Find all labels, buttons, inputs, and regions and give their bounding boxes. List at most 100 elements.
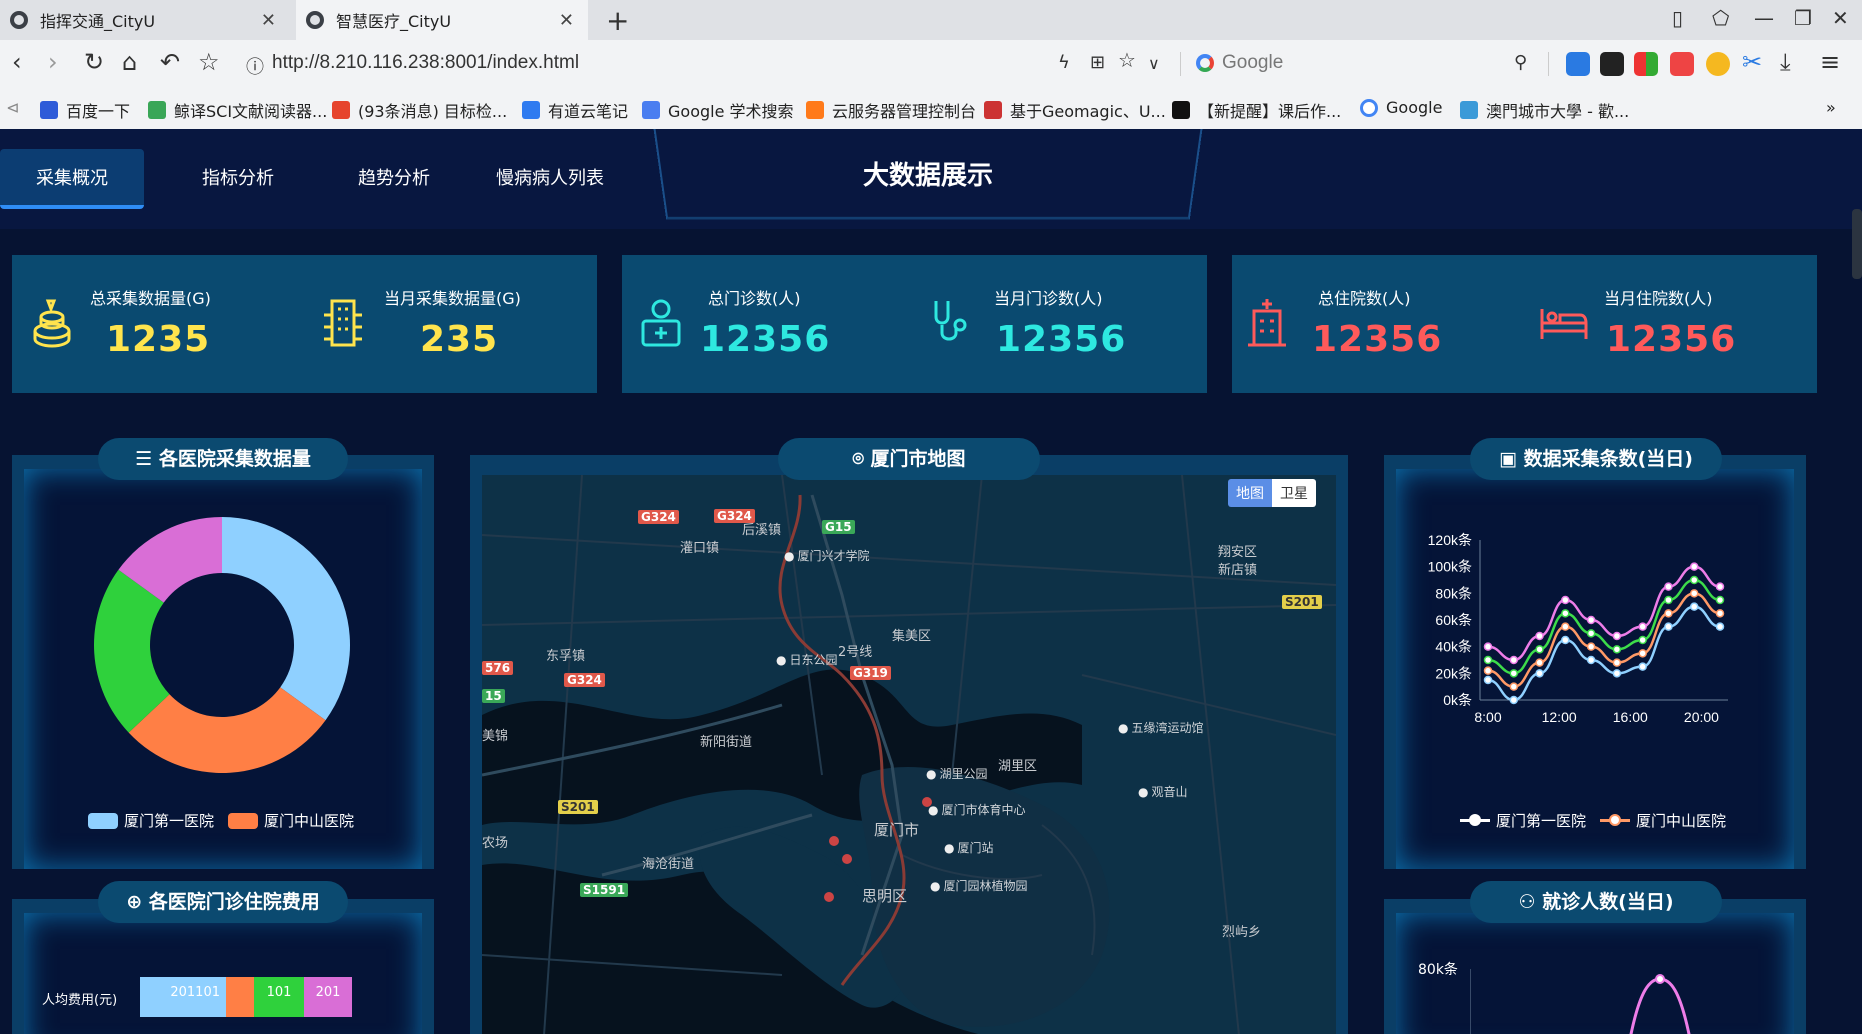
legend-item[interactable]: 厦门中山医院 [1600,810,1726,831]
series-point[interactable] [1664,595,1673,605]
poi-label[interactable]: 湖里公园 [926,765,987,782]
series-point[interactable] [1715,595,1725,605]
poi-label[interactable]: 日东公园 [776,651,837,668]
legend-item[interactable]: 厦门第一医院 [1460,810,1586,831]
flash-icon[interactable]: ϟ [1058,52,1070,73]
series-point[interactable] [1483,675,1493,685]
series-point[interactable] [1586,629,1596,638]
extension-icon[interactable] [1600,52,1624,76]
poi-label[interactable]: 观音山 [1138,783,1187,800]
series-point[interactable] [1561,622,1570,631]
series-point[interactable] [1535,645,1544,654]
close-tab-icon[interactable]: ✕ [559,10,574,31]
series-point[interactable] [1612,645,1622,654]
poi-label[interactable]: 五缘湾运动馆 [1118,719,1203,736]
series-point[interactable] [1586,615,1596,625]
series-point[interactable] [1638,622,1647,631]
map-type-toggle[interactable]: 地图 卫星 [1228,479,1316,507]
series-point[interactable] [1509,682,1519,691]
menu-icon[interactable]: ≡ [1820,48,1840,76]
bookmark-youdao[interactable]: 有道云笔记 [522,98,628,122]
tab-trend-analysis[interactable]: 趋势分析 [332,149,456,209]
translate-extension-icon[interactable] [1566,52,1590,76]
grid-icon[interactable]: ⊞ [1090,52,1105,73]
moon-extension-icon[interactable] [1706,52,1730,76]
series-point[interactable] [1689,589,1699,598]
series-point[interactable] [1612,658,1622,667]
series-point[interactable] [1612,669,1622,678]
satellite-view-button[interactable]: 卫星 [1272,479,1316,507]
legend-item[interactable]: 厦门第一医院 [88,810,214,831]
back-icon[interactable]: ‹ [12,48,22,76]
series-point[interactable] [1715,609,1725,618]
search-icon[interactable]: ⚲ [1514,52,1527,73]
poi-label[interactable]: 厦门市体育中心 [928,801,1025,818]
new-tab-icon[interactable]: + [606,4,629,37]
series-point[interactable] [1586,655,1596,665]
series-point[interactable] [1638,662,1647,671]
favorite-icon[interactable]: ☆ [1118,48,1136,72]
bookmark-scholar[interactable]: Google 学术搜索 [642,98,794,122]
bookmark-baidu[interactable]: 百度一下 [40,98,130,122]
bookmark-homework[interactable]: 【新提醒】课后作... [1172,98,1341,122]
browser-tab-traffic[interactable]: 指挥交通_CityU ✕ [0,0,290,40]
series-point[interactable] [1638,635,1647,645]
pin-icon[interactable]: ⬠ [1712,6,1729,30]
pdf-extension-icon[interactable] [1670,52,1694,76]
close-tab-icon[interactable]: ✕ [261,10,276,31]
bookmark-cloud-console[interactable]: 云服务器管理控制台 [806,98,976,122]
series-point[interactable] [1664,622,1673,631]
series-point[interactable] [1535,658,1544,667]
reader-icon[interactable]: ▯ [1672,6,1683,30]
restore-icon[interactable]: ❐ [1794,6,1812,30]
url-field[interactable]: http://8.210.116.238:8001/index.html [272,52,579,74]
series-point[interactable] [1483,655,1493,665]
series-point[interactable] [1664,609,1673,618]
forward-icon[interactable]: › [48,48,58,76]
series-point[interactable] [1535,669,1544,678]
dropdown-icon[interactable]: ∨ [1148,54,1160,73]
sidebar-toggle-icon[interactable]: ⊲ [6,98,19,117]
fee-bar-segment[interactable] [226,977,254,1017]
info-icon[interactable]: ⓘ [246,53,264,79]
star-icon[interactable]: ☆ [198,48,220,76]
bookmark-geomagic[interactable]: 基于Geomagic、U... [984,98,1166,122]
download-icon[interactable]: ⤓ [1780,48,1791,76]
minimize-icon[interactable]: — [1754,6,1774,30]
series-point[interactable] [1638,649,1647,658]
browser-tab-medical[interactable]: 智慧医疗_CityU ✕ [296,0,588,40]
series-point[interactable] [1483,666,1493,675]
series-point[interactable] [1509,669,1519,678]
poi-label[interactable]: 厦门园林植物园 [930,877,1027,894]
series-point[interactable] [1586,642,1596,651]
undo-icon[interactable]: ↶ [160,48,180,76]
map-canvas[interactable]: 地图 卫星 G324 G324 G15 G319 G324 S201 S201 … [482,475,1336,1034]
fee-bar-segment[interactable]: 201 [304,977,352,1017]
series-line[interactable] [1487,565,1721,662]
tab-indicator-analysis[interactable]: 指标分析 [176,149,300,209]
more-bookmarks-icon[interactable]: » [1826,98,1836,117]
series-point[interactable] [1664,582,1673,591]
tab-chronic-patients[interactable]: 慢病病人列表 [480,149,620,209]
map-view-button[interactable]: 地图 [1228,479,1272,507]
home-icon[interactable]: ⌂ [122,48,137,76]
reload-icon[interactable]: ↻ [84,48,104,76]
apps-extension-icon[interactable] [1634,52,1658,76]
legend-item[interactable]: 厦门中山医院 [228,810,354,831]
bookmark-google[interactable]: Google [1360,98,1442,117]
series-point[interactable] [1715,622,1725,631]
series-point[interactable] [1509,655,1519,665]
series-point[interactable] [1612,631,1622,641]
tab-collection-overview[interactable]: 采集概况 [0,149,144,209]
series-point[interactable] [1483,642,1493,651]
series-point[interactable] [1509,695,1519,705]
series-point[interactable] [1535,631,1544,641]
series-point[interactable] [1561,595,1570,605]
poi-label[interactable]: 厦门站 [944,839,993,856]
search-engine-field[interactable]: Google [1222,52,1283,74]
close-window-icon[interactable]: ✕ [1832,6,1849,30]
series-point[interactable] [1561,609,1570,618]
fee-bar-segment[interactable]: 201101 [140,977,226,1017]
series-point[interactable] [1689,575,1699,585]
cut-icon[interactable]: ✂ [1742,48,1762,76]
